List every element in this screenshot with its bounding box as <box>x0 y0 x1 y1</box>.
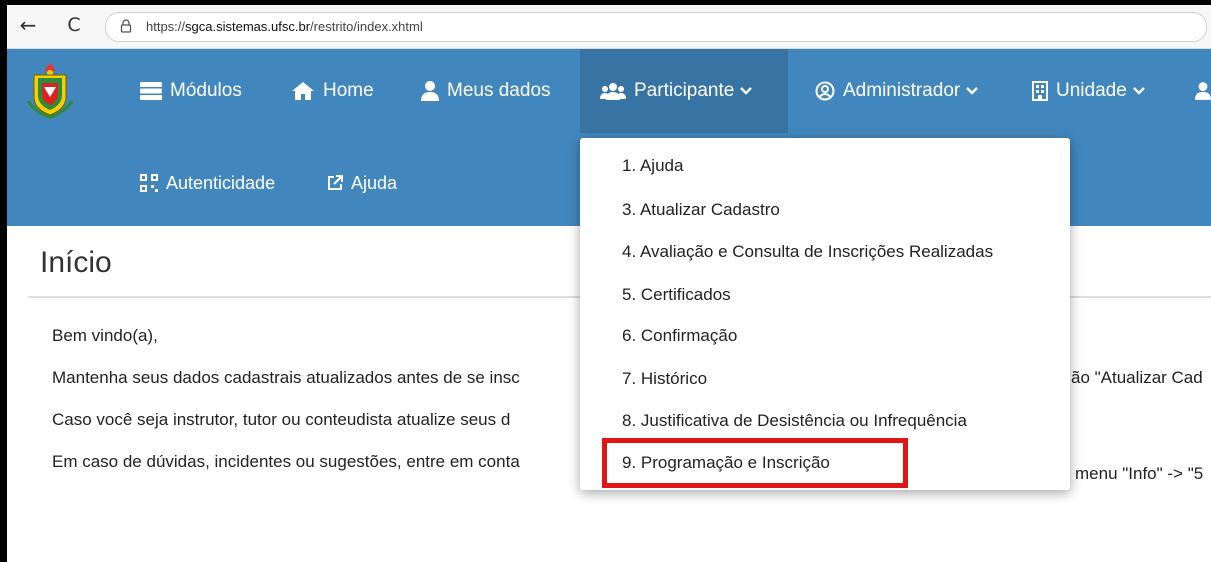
nav-autenticidade-label: Autenticidade <box>166 172 276 193</box>
menu-item-avaliacao-consulta[interactable]: 4. Avaliação e Consulta de Inscrições Re… <box>622 242 993 262</box>
menu-item-historico[interactable]: 7. Histórico <box>622 369 707 389</box>
nav-modulos-label: Módulos <box>170 80 242 101</box>
user-icon <box>421 81 439 101</box>
info-line-3: Em caso de dúvidas, incidentes ou sugest… <box>52 452 520 471</box>
ufsc-logo[interactable] <box>26 61 74 119</box>
nav-participante-label: Participante <box>634 80 735 101</box>
nav-unidade[interactable]: Unidade <box>1032 49 1145 133</box>
users-icon <box>600 83 626 100</box>
info-line-1-tail: ão "Atualizar Cad <box>1071 368 1203 387</box>
nav-administrador-label: Administrador <box>843 80 961 101</box>
address-bar[interactable]: https://sgca.sistemas.ufsc.br/restrito/i… <box>105 12 1207 42</box>
nav-meus-dados-label: Meus dados <box>447 80 551 101</box>
chevron-down-icon <box>1132 87 1145 95</box>
nav-modulos[interactable]: Módulos <box>140 49 242 133</box>
nav-home[interactable]: Home <box>291 49 374 133</box>
screen-frame-left <box>0 0 7 562</box>
url-host: sgca.sistemas.ufsc.br <box>185 19 311 34</box>
url-text: https://sgca.sistemas.ufsc.br/restrito/i… <box>146 19 423 34</box>
nav-meus-dados[interactable]: Meus dados <box>421 49 551 133</box>
url-path: /restrito/index.xhtml <box>310 19 423 34</box>
highlight-annotation-box <box>602 438 908 488</box>
welcome-text: Bem vindo(a), <box>52 326 158 345</box>
chevron-down-icon <box>740 87 753 95</box>
nav-participante[interactable]: Participante <box>580 49 788 133</box>
info-line-3-tail: menu "Info" -> "5 <box>1075 464 1204 483</box>
nav-administrador[interactable]: Administrador <box>815 49 979 133</box>
menu-item-justificativa[interactable]: 8. Justificativa de Desistência ou Infre… <box>622 411 967 431</box>
user-icon <box>1195 82 1211 100</box>
server-icon <box>140 82 162 100</box>
nav-ajuda[interactable]: Ajuda <box>327 139 397 227</box>
nav-unidade-label: Unidade <box>1056 80 1127 101</box>
menu-item-ajuda[interactable]: 1. Ajuda <box>622 156 683 176</box>
reload-icon[interactable]: C <box>61 12 87 38</box>
page-title: Início <box>40 246 112 279</box>
qrcode-icon <box>140 174 158 192</box>
menu-item-certificados[interactable]: 5. Certificados <box>622 285 731 305</box>
nav-ajuda-label: Ajuda <box>351 172 398 193</box>
user-circle-icon <box>815 81 835 101</box>
menu-item-atualizar-cadastro[interactable]: 3. Atualizar Cadastro <box>622 200 780 220</box>
chevron-down-icon <box>966 87 979 95</box>
nav-user-partial[interactable] <box>1195 49 1211 133</box>
url-prefix: https:// <box>146 19 186 34</box>
info-line-1: Mantenha seus dados cadastrais atualizad… <box>52 368 520 387</box>
browser-toolbar: ← C https://sgca.sistemas.ufsc.br/restri… <box>7 5 1211 49</box>
nav-home-label: Home <box>323 80 374 101</box>
nav-autenticidade[interactable]: Autenticidade <box>140 139 275 227</box>
lock-icon <box>120 19 132 33</box>
home-icon <box>292 82 314 100</box>
menu-item-confirmacao[interactable]: 6. Confirmação <box>622 326 737 346</box>
info-line-2: Caso você seja instrutor, tutor ou conte… <box>52 410 511 429</box>
back-arrow-icon[interactable]: ← <box>15 12 41 38</box>
external-link-icon <box>328 175 343 190</box>
building-icon <box>1032 81 1048 101</box>
